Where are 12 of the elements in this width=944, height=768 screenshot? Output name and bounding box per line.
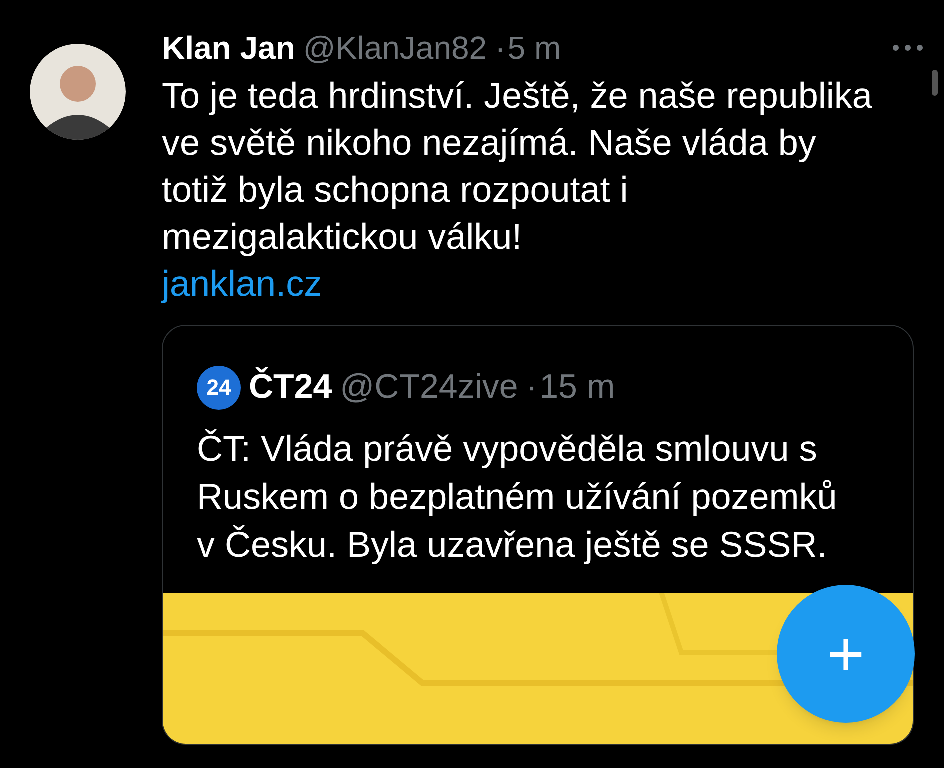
post-time[interactable]: 5 m	[508, 24, 562, 72]
post-link[interactable]: janklan.cz	[162, 260, 322, 307]
author-name[interactable]: ČT24	[249, 362, 332, 413]
post-text: To je teda hrdinství. Ještě, že naše republika ve světě nikoho nezajímá. Naše vláda by totiž byla schopna rozpoutat i mezigalaktickou válku!	[162, 74, 874, 259]
post-time[interactable]: 15 m	[540, 362, 616, 413]
separator: ·	[495, 29, 506, 68]
author-name[interactable]: Klan Jan	[162, 24, 296, 72]
quote-text: ČT: Vláda právě vypověděla smlouvu s Ruskem o bezplatném užívání pozemků v Česku. Byla uzavřena ještě se SSSR.	[196, 427, 838, 567]
separator: ·	[526, 367, 538, 408]
channel-logo: 24	[197, 366, 241, 410]
author-handle[interactable]: @CT24zive	[340, 362, 518, 413]
author-handle[interactable]: @KlanJan82	[303, 24, 488, 72]
